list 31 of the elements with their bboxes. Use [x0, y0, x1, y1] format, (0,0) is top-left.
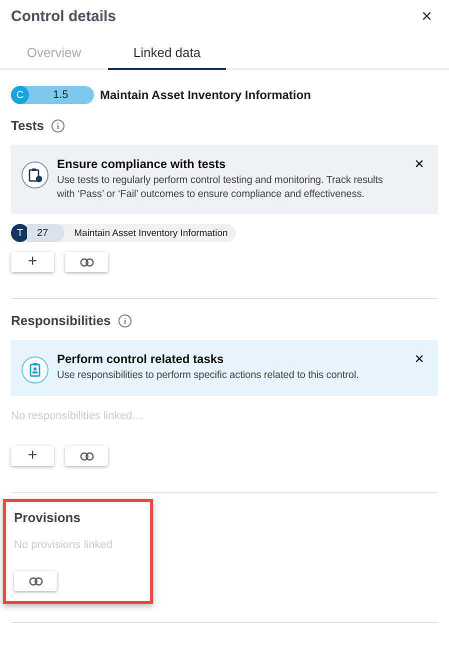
control-name: Maintain Asset Inventory Information: [100, 88, 311, 102]
clipboard-icon: [21, 356, 49, 384]
section-title: Tests: [11, 118, 44, 133]
close-button[interactable]: ×: [410, 157, 428, 173]
panel-title: Control details: [11, 8, 116, 25]
add-button[interactable]: +: [11, 252, 54, 272]
link-icon: [80, 258, 94, 266]
add-button[interactable]: +: [11, 446, 54, 466]
chip-number: 1.5: [53, 89, 68, 101]
banner-text: Use tests to regularly perform control testing and monitoring. Track results with ‘Pass’ or ‘Fail’ outcomes to ensure compliance and effectiveness.: [57, 174, 384, 202]
tab[interactable]: Linked data: [108, 37, 226, 70]
link-button[interactable]: [14, 571, 57, 591]
section-title: Responsibilities: [11, 313, 111, 328]
link-icon: [80, 452, 94, 460]
control-chip[interactable]: C 1.5: [11, 86, 94, 104]
linked-item-name: Maintain Asset Inventory Information: [74, 228, 228, 238]
chip-letter: C: [11, 86, 29, 104]
linked-item-chip[interactable]: T 27 Maintain Asset Inventory Information: [11, 224, 236, 242]
link-button[interactable]: [65, 252, 108, 272]
chip-number: 27: [27, 224, 64, 242]
info-icon[interactable]: [51, 118, 65, 132]
banner-title: Ensure compliance with tests: [57, 157, 227, 171]
clipboard-icon: [21, 161, 49, 189]
banner-text: Use responsibilities to perform specific actions related to this control.: [57, 369, 360, 383]
link-icon: [28, 576, 42, 586]
close-button[interactable]: ×: [417, 6, 436, 27]
banner-title: Perform control related tasks: [57, 352, 225, 366]
close-button[interactable]: ×: [410, 352, 428, 368]
info-icon[interactable]: [118, 314, 132, 328]
section-title: Provisions: [14, 510, 80, 525]
link-button[interactable]: [65, 446, 108, 466]
